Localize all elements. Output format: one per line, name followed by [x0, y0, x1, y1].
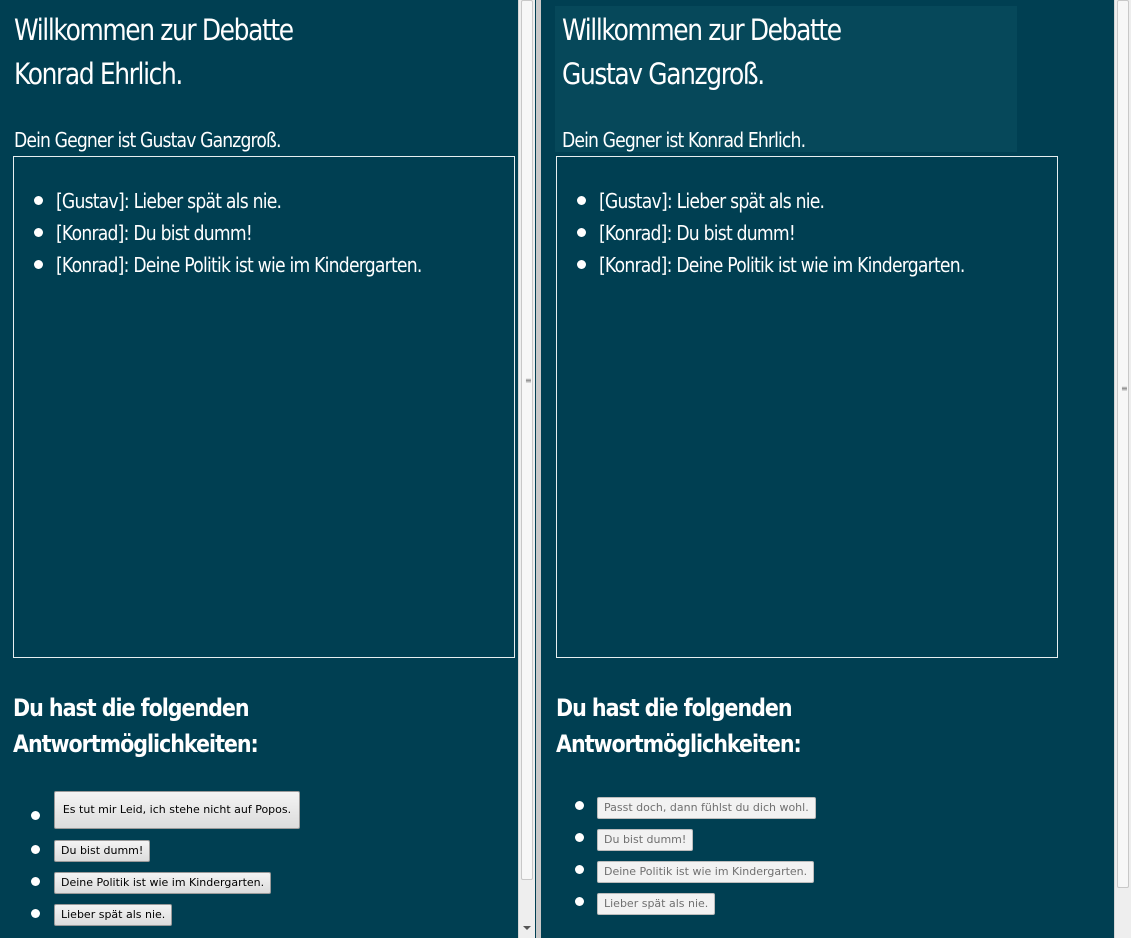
chat-message: [Konrad]: Du bist dumm! — [34, 217, 514, 249]
welcome-heading: Willkommen zur Debatte Gustav Ganzgroß. — [562, 8, 842, 96]
welcome-line: Willkommen zur Debatte — [14, 13, 294, 47]
option-button-kindergarten[interactable]: Deine Politik ist wie im Kindergarten. — [597, 861, 815, 883]
chat-message: [Gustav]: Lieber spät als nie. — [34, 185, 514, 217]
chat-message: [Gustav]: Lieber spät als nie. — [577, 185, 1057, 217]
welcome-line: Willkommen zur Debatte — [562, 13, 842, 47]
left-debate-pane: Willkommen zur Debatte Konrad Ehrlich. D… — [0, 0, 518, 938]
option-button-kindergarten[interactable]: Deine Politik ist wie im Kindergarten. — [54, 872, 272, 894]
bullet-icon — [34, 228, 43, 237]
right-scrollbar[interactable]: ≡ — [1114, 0, 1131, 938]
grip-icon: ≡ — [525, 376, 532, 385]
chat-message: [Konrad]: Deine Politik ist wie im Kinde… — [577, 249, 1057, 281]
grip-icon: ≡ — [1121, 384, 1128, 393]
player-name: Konrad Ehrlich. — [14, 57, 183, 91]
options-heading: Du hast die folgenden Antwortmöglichkeit… — [556, 694, 802, 758]
option-button-apology[interactable]: Es tut mir Leid, ich stehe nicht auf Pop… — [54, 791, 300, 829]
scroll-down-arrow-icon[interactable] — [523, 926, 531, 930]
left-scrollbar[interactable]: ≡ — [518, 0, 535, 938]
right-debate-pane: Willkommen zur Debatte Gustav Ganzgroß. … — [541, 0, 1115, 938]
chat-log: [Gustav]: Lieber spät als nie. [Konrad]:… — [556, 156, 1058, 658]
chat-log: [Gustav]: Lieber spät als nie. [Konrad]:… — [13, 156, 515, 658]
option-button-du-bist-dumm[interactable]: Du bist dumm! — [597, 829, 694, 851]
bullet-icon — [34, 196, 43, 205]
option-button-du-bist-dumm[interactable]: Du bist dumm! — [54, 840, 151, 862]
opponent-text: Dein Gegner ist Gustav Ganzgroß. — [14, 128, 281, 152]
option-button-passt-doch[interactable]: Passt doch, dann fühlst du dich wohl. — [597, 797, 816, 819]
scroll-thumb[interactable]: ≡ — [1117, 0, 1129, 888]
chat-message: [Konrad]: Deine Politik ist wie im Kinde… — [34, 249, 514, 281]
bullet-icon — [577, 260, 586, 269]
opponent-text: Dein Gegner ist Konrad Ehrlich. — [562, 128, 806, 152]
option-button-lieber-spaet[interactable]: Lieber spät als nie. — [54, 904, 173, 926]
bullet-icon — [577, 196, 586, 205]
bullet-icon — [31, 909, 40, 918]
chat-message: [Konrad]: Du bist dumm! — [577, 217, 1057, 249]
bullet-icon — [575, 897, 584, 906]
bullet-icon — [34, 260, 43, 269]
chat-list: [Gustav]: Lieber spät als nie. [Konrad]:… — [14, 157, 514, 281]
bullet-icon — [575, 801, 584, 810]
player-name: Gustav Ganzgroß. — [562, 57, 765, 91]
bullet-icon — [575, 833, 584, 842]
scroll-thumb[interactable]: ≡ — [521, 0, 533, 880]
welcome-heading: Willkommen zur Debatte Konrad Ehrlich. — [14, 8, 294, 96]
bullet-icon — [31, 845, 40, 854]
bullet-icon — [31, 877, 40, 886]
bullet-icon — [577, 228, 586, 237]
bullet-icon — [31, 811, 40, 820]
bullet-icon — [575, 865, 584, 874]
options-heading: Du hast die folgenden Antwortmöglichkeit… — [13, 694, 259, 758]
option-button-lieber-spaet[interactable]: Lieber spät als nie. — [597, 893, 716, 915]
chat-list: [Gustav]: Lieber spät als nie. [Konrad]:… — [557, 157, 1057, 281]
